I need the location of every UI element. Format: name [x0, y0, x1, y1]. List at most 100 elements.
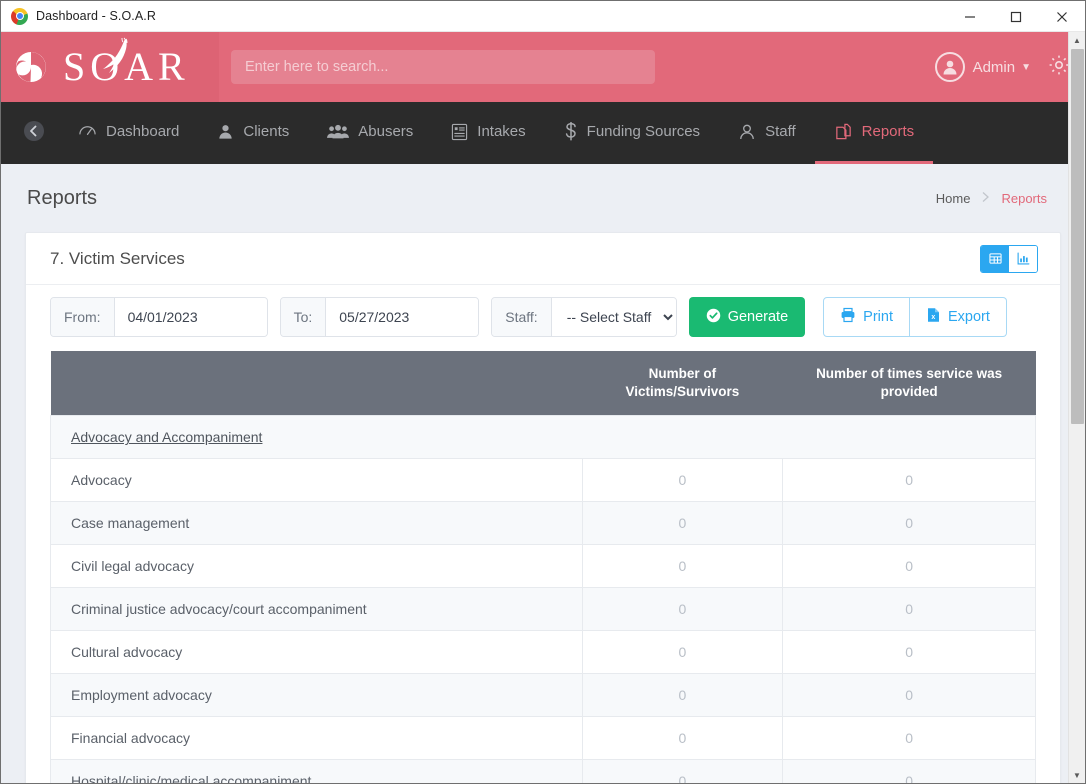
group-cell: Advocacy and Accompaniment	[50, 415, 1036, 460]
service-name: Advocacy	[50, 458, 583, 503]
brand-header: SOAR Admin ▼	[1, 32, 1085, 102]
chevron-right-icon	[981, 191, 990, 206]
page-title: Reports	[27, 186, 98, 209]
window-controls	[947, 1, 1085, 32]
nav-label: Staff	[765, 123, 796, 140]
main-navigation: Dashboard Clients Abusers Intakes Fundin…	[1, 102, 1085, 164]
print-button[interactable]: Print	[823, 297, 910, 337]
table-group-row: Advocacy and Accompaniment	[50, 415, 1036, 460]
close-button[interactable]	[1039, 1, 1085, 32]
speedometer-icon	[78, 122, 97, 141]
nav-label: Abusers	[358, 123, 414, 140]
scrollbar-thumb[interactable]	[1071, 49, 1084, 424]
nav-item-staff[interactable]: Staff	[719, 102, 815, 164]
service-name: Cultural advocacy	[50, 630, 583, 675]
scroll-up-arrow-icon[interactable]: ▲	[1069, 32, 1085, 49]
victims-count: 0	[581, 458, 784, 503]
documents-icon	[834, 122, 853, 141]
table-row: Case management 0 0	[50, 501, 1036, 546]
table-row: Civil legal advocacy 0 0	[50, 544, 1036, 589]
victims-count: 0	[581, 630, 784, 675]
breadcrumb-current: Reports	[1001, 190, 1047, 206]
report-table-wrapper: Number of Victims/Survivors Number of ti…	[26, 351, 1060, 783]
person-icon	[217, 123, 234, 140]
user-menu[interactable]: Admin ▼	[934, 52, 1031, 82]
table-row: Financial advocacy 0 0	[50, 716, 1036, 761]
nav-item-abusers[interactable]: Abusers	[308, 102, 432, 164]
service-name: Case management	[50, 501, 583, 546]
dollar-icon	[564, 121, 578, 142]
excel-file-icon: x	[926, 307, 941, 327]
header-number-of-times: Number of times service was provided	[782, 351, 1036, 416]
generate-button[interactable]: Generate	[688, 297, 806, 337]
service-name: Hospital/clinic/medical accompaniment	[50, 759, 583, 783]
minimize-button[interactable]	[947, 1, 993, 32]
times-count: 0	[782, 501, 1036, 546]
times-count: 0	[782, 759, 1036, 783]
generate-label: Generate	[727, 309, 789, 325]
card-title: 7. Victim Services	[50, 248, 185, 268]
from-label: From:	[51, 298, 115, 336]
view-toggle-group	[980, 244, 1038, 273]
brand-logo-area[interactable]: SOAR	[1, 32, 219, 102]
victims-count: 0	[581, 759, 784, 783]
form-list-icon	[451, 123, 468, 141]
people-group-icon	[327, 123, 350, 140]
victims-count: 0	[581, 501, 784, 546]
table-row: Cultural advocacy 0 0	[50, 630, 1036, 675]
breadcrumb: Home Reports	[936, 191, 1047, 206]
user-avatar-icon	[934, 52, 965, 82]
to-label: To:	[280, 298, 327, 336]
times-count: 0	[782, 587, 1036, 632]
victims-count: 0	[581, 544, 784, 589]
from-date-input[interactable]	[114, 298, 267, 336]
export-button[interactable]: x Export	[909, 297, 1007, 337]
header-service-name	[50, 351, 583, 416]
export-label: Export	[947, 309, 990, 325]
times-count: 0	[782, 458, 1036, 503]
staff-select[interactable]: -- Select Staff --	[551, 298, 676, 336]
header-right-area: Admin ▼	[934, 32, 1071, 102]
staff-label: Staff:	[492, 298, 552, 336]
page-content: Reports Home Reports 7. Victim Services	[1, 164, 1085, 783]
scroll-down-arrow-icon[interactable]: ▼	[1069, 767, 1085, 783]
print-label: Print	[863, 309, 893, 325]
to-date-group: To:	[279, 297, 480, 337]
nav-label: Intakes	[477, 123, 526, 140]
service-name: Criminal justice advocacy/court accompan…	[50, 587, 583, 632]
nav-label: Dashboard	[106, 123, 180, 140]
nav-item-funding-sources[interactable]: Funding Sources	[545, 102, 719, 164]
table-view-icon[interactable]	[981, 245, 1009, 272]
from-date-group: From:	[50, 297, 268, 337]
page-scrollbar[interactable]: ▲ ▼	[1068, 32, 1085, 783]
table-row: Advocacy 0 0	[50, 458, 1036, 503]
nav-item-dashboard[interactable]: Dashboard	[59, 102, 198, 164]
report-card: 7. Victim Services From: 04/01/2023 To: …	[25, 232, 1061, 783]
table-row: Criminal justice advocacy/court accompan…	[50, 587, 1036, 632]
nav-item-clients[interactable]: Clients	[198, 102, 308, 164]
user-name: Admin	[972, 58, 1016, 76]
window-title: Dashboard - S.O.A.R	[36, 9, 157, 23]
table-row: Hospital/clinic/medical accompaniment 0 …	[50, 759, 1036, 783]
table-row: Employment advocacy 0 0	[50, 673, 1036, 718]
service-name: Financial advocacy	[50, 716, 583, 761]
maximize-button[interactable]	[993, 1, 1039, 32]
nav-back-button[interactable]	[23, 102, 59, 164]
times-count: 0	[782, 544, 1036, 589]
search-input[interactable]	[231, 50, 655, 84]
check-circle-icon	[706, 308, 721, 327]
victims-count: 0	[581, 587, 784, 632]
nav-item-intakes[interactable]: Intakes	[432, 102, 544, 164]
print-export-group: Print x Export	[823, 297, 1007, 337]
arrow-left-circle-icon	[23, 120, 45, 147]
breadcrumb-home[interactable]: Home	[936, 191, 971, 206]
chart-view-icon[interactable]	[1009, 245, 1037, 272]
search-area	[231, 50, 655, 84]
to-date-input[interactable]	[326, 298, 479, 336]
victims-count: 0	[581, 716, 784, 761]
times-count: 0	[782, 630, 1036, 675]
report-table: Number of Victims/Survivors Number of ti…	[50, 351, 1036, 783]
staff-select-group: Staff: -- Select Staff --	[491, 297, 677, 337]
nav-label: Reports	[861, 123, 915, 140]
nav-item-reports[interactable]: Reports	[814, 102, 934, 164]
